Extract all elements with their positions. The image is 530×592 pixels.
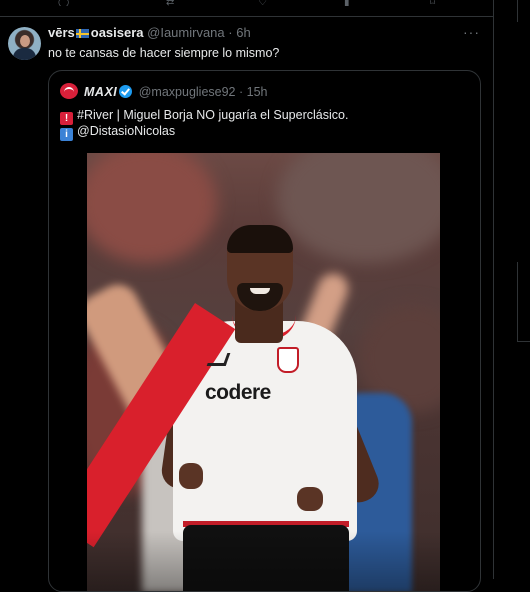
like-icon[interactable]: ♡ [258,0,272,6]
avatar[interactable] [8,27,41,60]
timeline-column-divider [493,0,494,579]
information-emoji-icon: i [60,128,73,141]
previous-tweet-action-bar: ◯ ⇄ ♡ ▮ ⌑ [0,0,493,17]
tweet-media-photo[interactable]: codere [87,153,440,591]
verified-badge-icon [119,85,133,98]
quoted-avatar[interactable] [60,83,78,99]
tweet-header: vērs oasisera @Iaumirvana · 6h [48,25,251,41]
quoted-tweet-card[interactable]: MAXI @maxpugliese92 · 15h ! #River | Migu… [48,70,481,592]
shirt-sponsor-text: codere [205,381,271,404]
tweet-text: no te cansas de hacer siempre lo mismo? [48,46,280,60]
sidebar-panel-edge-bottom [518,341,530,342]
separator-dot: · [228,25,233,40]
quoted-tweet-header: MAXI @maxpugliese92 · 15h [84,84,268,100]
bookmark-icon[interactable]: ⌑ [430,0,444,6]
sidebar-divider [517,0,518,22]
reply-icon[interactable]: ◯ [58,0,72,6]
display-name-suffix[interactable]: oasisera [91,25,144,40]
timestamp[interactable]: 6h [236,25,250,40]
quoted-timestamp[interactable]: 15h [247,85,268,99]
repost-icon[interactable]: ⇄ [166,0,180,6]
display-name[interactable]: vērs [48,25,75,40]
quoted-display-name[interactable]: MAXI [84,85,117,99]
sidebar-panel-edge [517,262,518,342]
quoted-text-headline: #River | Miguel Borja NO jugaría el Supe… [77,108,349,122]
quoted-user-handle[interactable]: @maxpugliese92 [139,85,236,99]
quoted-text-line: i @DistasioNicolas [60,123,175,141]
sweden-flag-icon [75,29,89,38]
more-options-icon[interactable]: ··· [463,25,479,39]
river-plate-crest-icon [277,347,299,373]
separator-dot: · [239,85,244,99]
quoted-mention[interactable]: @DistasioNicolas [77,124,175,138]
views-icon[interactable]: ▮ [344,0,358,6]
user-handle[interactable]: @Iaumirvana [147,25,225,40]
